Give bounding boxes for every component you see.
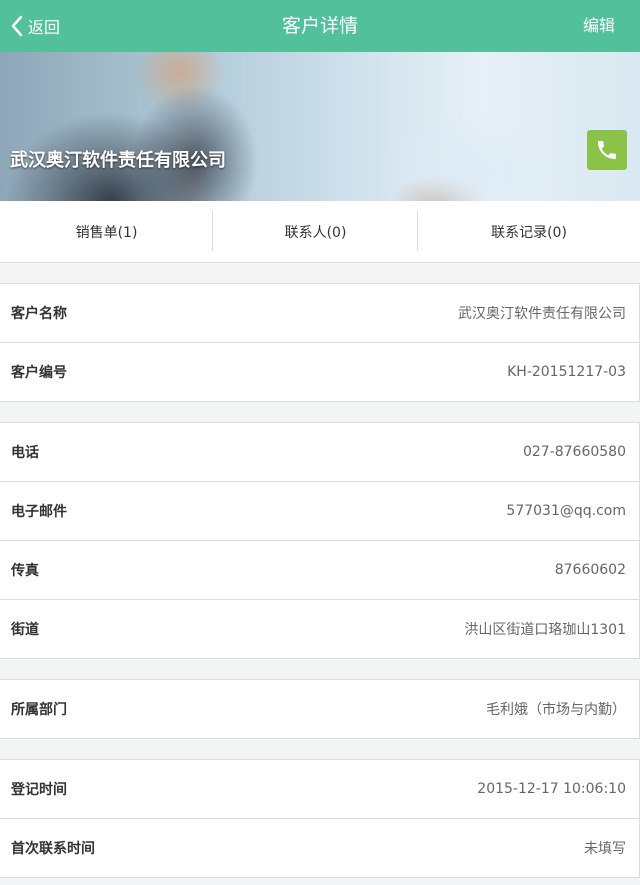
chevron-left-icon [11,15,23,37]
detail-tabs: 销售单(1) 联系人(0) 联系记录(0) [0,201,640,263]
row-fax: 传真 87660602 [0,541,639,600]
page-title: 客户详情 [281,15,358,37]
tab-label: 联系人(0) [284,225,347,241]
tab-label: 销售单(1) [75,225,138,241]
phone-icon [598,141,616,159]
row-value: 87660602 [554,562,626,578]
time-info-group: 登记时间 2015-12-17 10:06:10 首次联系时间 未填写 [0,759,640,878]
row-label: 客户编号 [11,365,67,381]
contact-info-group: 电话 027-87660580 电子邮件 577031@qq.com 传真 87… [0,422,640,659]
row-value: 毛利娥（市场与内勤） [486,702,626,718]
row-street: 街道 洪山区街道口珞珈山1301 [0,600,639,658]
department-group: 所属部门 毛利娥（市场与内勤） [0,679,640,739]
tab-contact-records[interactable]: 联系记录(0) [418,201,640,263]
row-first-contact-time: 首次联系时间 未填写 [0,819,639,877]
banner-company-name: 武汉奥汀软件责任有限公司 [10,150,226,171]
row-email: 电子邮件 577031@qq.com [0,482,639,541]
row-value: 027-87660580 [522,444,626,460]
row-label: 首次联系时间 [11,841,95,857]
row-value: 洪山区街道口珞珈山1301 [464,622,626,638]
row-label: 所属部门 [11,702,67,718]
row-customer-name: 客户名称 武汉奥汀软件责任有限公司 [0,284,639,343]
row-value: 577031@qq.com [506,503,626,519]
basic-info-group: 客户名称 武汉奥汀软件责任有限公司 客户编号 KH-20151217-03 [0,283,640,402]
call-button[interactable] [587,130,627,170]
row-label: 电子邮件 [11,504,67,520]
row-value: KH-20151217-03 [507,364,626,380]
tab-sales-orders[interactable]: 销售单(1) [0,201,213,263]
row-label: 传真 [11,563,39,579]
row-department: 所属部门 毛利娥（市场与内勤） [0,680,639,738]
edit-button[interactable]: 编辑 [583,0,615,52]
back-button[interactable]: 返回 [10,0,60,52]
row-value: 2015-12-17 10:06:10 [477,781,626,797]
back-label: 返回 [28,18,61,37]
app-header: 返回 客户详情 编辑 [0,0,640,52]
row-register-time: 登记时间 2015-12-17 10:06:10 [0,760,639,819]
customer-banner: 武汉奥汀软件责任有限公司 [0,52,640,201]
row-value: 未填写 [584,841,626,857]
row-phone: 电话 027-87660580 [0,423,639,482]
row-customer-number: 客户编号 KH-20151217-03 [0,343,639,401]
row-label: 电话 [11,445,39,461]
row-value: 武汉奥汀软件责任有限公司 [458,306,626,322]
tab-label: 联系记录(0) [491,225,567,241]
row-label: 登记时间 [11,782,67,798]
row-label: 客户名称 [11,306,67,322]
row-label: 街道 [11,622,39,638]
tab-contacts[interactable]: 联系人(0) [213,201,418,263]
